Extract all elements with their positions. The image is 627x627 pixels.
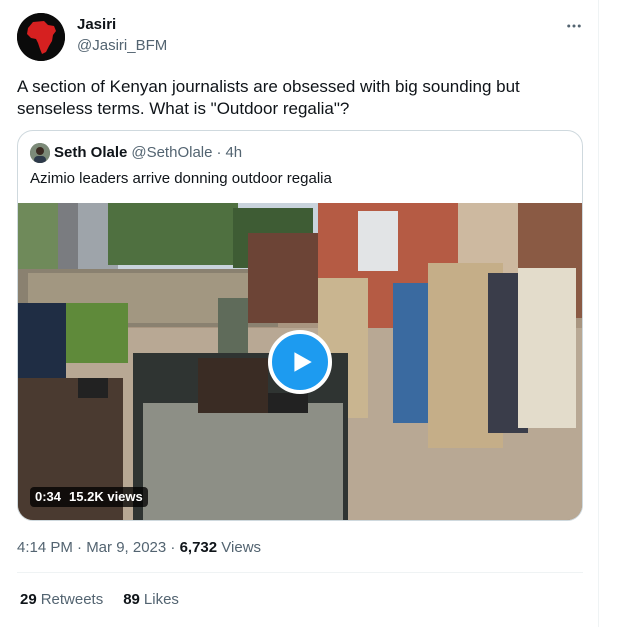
retweets-stat[interactable]: 29 Retweets [20, 590, 103, 610]
quoted-tweet-header: Seth Olale @SethOlale · 4h [30, 143, 242, 163]
tweet-stats: 29 Retweets 89 Likes [20, 590, 199, 610]
play-button[interactable] [268, 330, 332, 394]
quoted-author-avatar[interactable] [30, 143, 50, 163]
tweet-meta: 4:14 PM · Mar 9, 2023 · 6,732 Views [17, 538, 261, 558]
likes-stat[interactable]: 89 Likes [123, 590, 179, 610]
tweet-views-label: Views [221, 539, 262, 556]
quoted-author-name[interactable]: Seth Olale [54, 143, 127, 163]
retweets-count: 29 [20, 591, 37, 608]
more-options-button[interactable] [562, 14, 586, 38]
tweet-timestamp[interactable]: 4:14 PM · Mar 9, 2023 · [17, 539, 175, 556]
africa-map-avatar-icon [17, 13, 65, 61]
retweets-label: Retweets [40, 591, 104, 608]
author-display-name[interactable]: Jasiri [77, 15, 167, 35]
likes-count: 89 [123, 591, 140, 608]
author-handle[interactable]: @Jasiri_BFM [77, 36, 167, 56]
quoted-tweet[interactable]: Seth Olale @SethOlale · 4h Azimio leader… [17, 130, 583, 521]
play-icon [294, 352, 312, 372]
video-info-badge: 0:34 15.2K views [30, 487, 148, 507]
likes-label: Likes [143, 591, 179, 608]
video-views: 15.2K views [69, 489, 143, 504]
author-block[interactable]: Jasiri @Jasiri_BFM [77, 15, 167, 56]
person-avatar-icon [30, 143, 50, 163]
tweet-text: A section of Kenyan journalists are obse… [17, 77, 520, 118]
video-duration: 0:34 [35, 489, 62, 504]
tweet-views-count: 6,732 [179, 539, 218, 556]
quoted-tweet-text: Azimio leaders arrive donning outdoor re… [30, 170, 332, 187]
quoted-separator: · [216, 144, 222, 161]
author-avatar[interactable] [17, 13, 65, 61]
timeline-border [598, 0, 599, 627]
more-horizontal-icon [567, 24, 581, 28]
quoted-time[interactable]: 4h [225, 143, 242, 163]
video-player[interactable]: 0:34 15.2K views [18, 203, 582, 520]
quoted-author-handle[interactable]: @SethOlale [131, 143, 212, 163]
stats-divider [17, 572, 583, 573]
